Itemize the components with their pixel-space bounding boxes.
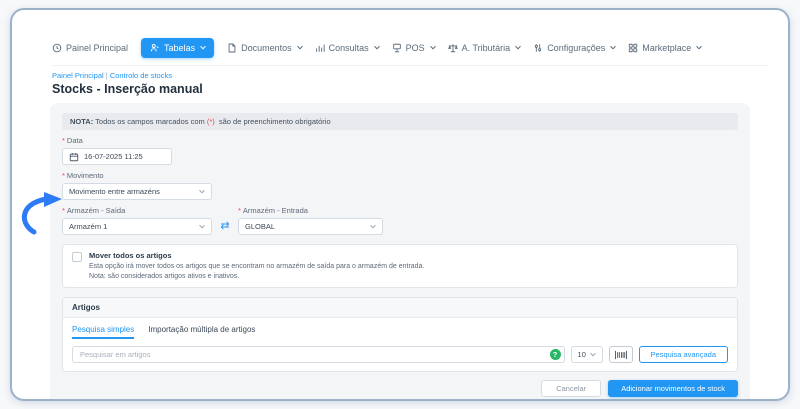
marketplace-icon: [629, 43, 638, 53]
chevron-down-icon: [199, 222, 205, 228]
nav-label: A. Tributária: [461, 43, 511, 53]
chevron-down-icon: [296, 43, 303, 50]
articles-search-row: ? 10 Pesquisa avançada: [72, 346, 728, 363]
nav-item-a-tributaria[interactable]: A. Tributária: [447, 43, 522, 53]
note-label: NOTA:: [70, 117, 94, 126]
chevron-down-icon: [610, 43, 617, 50]
note-required-marker: (*): [206, 117, 215, 126]
date-input[interactable]: 16-07-2025 11:25: [62, 148, 172, 165]
chevron-down-icon: [199, 187, 205, 193]
required-marker: *: [62, 206, 65, 215]
nav-item-consultas[interactable]: Consultas: [315, 43, 380, 53]
tab-pesquisa-simples[interactable]: Pesquisa simples: [72, 325, 135, 339]
barcode-scan-button[interactable]: [608, 346, 633, 363]
note-text-before: Todos os campos marcados com: [93, 117, 207, 126]
main-nav: Painel Principal Tabelas Documentos Cons…: [52, 38, 768, 66]
breadcrumb-separator: |: [105, 71, 108, 80]
tax-icon: [447, 44, 458, 53]
move-all-title: Mover todos os artigos: [89, 251, 172, 260]
warehouse-in-label: * Armazém - Entrada: [238, 206, 383, 215]
nav-item-marketplace[interactable]: Marketplace: [628, 43, 703, 53]
page-title: Stocks - Inserção manual: [52, 82, 203, 96]
chevron-down-icon: [373, 43, 380, 50]
tables-icon: [150, 44, 159, 52]
form-actions: Cancelar Adicionar movimentos de stock: [62, 380, 738, 397]
nav-label: Documentos: [241, 43, 292, 53]
articles-tabs: Pesquisa simples Importação múltipla de …: [72, 325, 728, 339]
page-size-select[interactable]: 10: [570, 346, 603, 363]
warehouse-out-label-text: Armazém - Saída: [66, 206, 126, 215]
app-window: Painel Principal Tabelas Documentos Cons…: [10, 8, 790, 401]
warehouse-out-value: Armazém 1: [69, 222, 108, 231]
required-marker: *: [62, 136, 65, 145]
nav-label: Tabelas: [164, 43, 196, 53]
nav-label: Configurações: [547, 43, 606, 53]
articles-title: Artigos: [63, 298, 737, 318]
required-marker: *: [62, 171, 65, 180]
breadcrumb-current[interactable]: Controlo de stocks: [110, 71, 172, 80]
page-size-value: 10: [577, 350, 586, 359]
search-help-badge[interactable]: ?: [549, 349, 561, 360]
movement-label: * Movimento: [62, 171, 738, 180]
movement-select[interactable]: Movimento entre armazéns: [62, 183, 212, 200]
warehouse-in-label-text: Armazém - Entrada: [242, 206, 308, 215]
advanced-search-button[interactable]: Pesquisa avançada: [638, 346, 728, 363]
date-label: * Data: [62, 136, 738, 145]
warehouse-in-select[interactable]: GLOBAL: [238, 218, 383, 235]
nav-item-pos[interactable]: POS: [392, 43, 436, 53]
required-fields-note: NOTA: Todos os campos marcados com (*) s…: [62, 113, 738, 130]
barcode-icon: [614, 350, 627, 359]
chevron-down-icon: [200, 43, 206, 50]
cancel-button[interactable]: Cancelar: [541, 380, 602, 397]
pos-icon: [392, 43, 401, 53]
tab-importacao-multipla[interactable]: Importação múltipla de artigos: [148, 325, 255, 339]
warehouse-in-value: GLOBAL: [245, 222, 276, 231]
calendar-icon: [69, 152, 79, 161]
warehouse-row: * Armazém - Saída Armazém 1 ⇄ * Armazém - …: [62, 200, 738, 235]
nav-label: POS: [405, 43, 425, 53]
nav-item-configuracoes[interactable]: Configurações: [533, 43, 617, 53]
movement-value: Movimento entre armazéns: [69, 187, 160, 196]
move-all-card: Mover todos os artigos Esta opção irá mo…: [62, 244, 738, 288]
nav-label: Marketplace: [642, 43, 692, 53]
warehouse-out-select[interactable]: Armazém 1: [62, 218, 212, 235]
breadcrumb: Painel Principal | Controlo de stocks: [52, 71, 788, 80]
nav-item-tabelas[interactable]: Tabelas: [141, 38, 215, 58]
chevron-down-icon: [429, 43, 436, 50]
articles-card: Artigos Pesquisa simples Importação múlt…: [62, 297, 738, 372]
nav-label: Painel Principal: [66, 43, 129, 53]
chevron-down-icon: [370, 222, 376, 228]
stock-form-section: NOTA: Todos os campos marcados com (*) s…: [50, 103, 750, 399]
articles-search-input[interactable]: [72, 346, 565, 363]
required-marker: *: [238, 206, 241, 215]
date-value: 16-07-2025 11:25: [84, 152, 143, 161]
move-all-checkbox[interactable]: [72, 252, 82, 262]
breadcrumb-home[interactable]: Painel Principal: [52, 71, 104, 80]
documents-icon: [228, 43, 236, 53]
swap-warehouses-icon[interactable]: ⇄: [212, 218, 238, 235]
dashboard-icon: [52, 43, 62, 53]
reports-icon: [315, 44, 325, 52]
move-all-description: Esta opção irá mover todos os artigos qu…: [89, 262, 424, 281]
movement-label-text: Movimento: [66, 171, 104, 180]
note-text-after: são de preenchimento obrigatório: [216, 117, 331, 126]
move-all-description-text: Esta opção irá mover todos os artigos qu…: [89, 263, 425, 270]
settings-icon: [534, 44, 542, 52]
chevron-down-icon: [589, 350, 596, 356]
nav-item-painel-principal[interactable]: Painel Principal: [52, 43, 128, 53]
nav-label: Consultas: [328, 43, 369, 53]
chevron-down-icon: [515, 43, 522, 50]
warehouse-out-label: * Armazém - Saída: [62, 206, 212, 215]
move-all-note-text: Nota: são considerados artigos ativos e …: [89, 272, 240, 280]
date-label-text: Data: [66, 136, 83, 145]
nav-item-documentos[interactable]: Documentos: [227, 43, 303, 53]
add-stock-movements-button[interactable]: Adicionar movimentos de stock: [608, 380, 738, 397]
chevron-down-icon: [696, 43, 703, 50]
